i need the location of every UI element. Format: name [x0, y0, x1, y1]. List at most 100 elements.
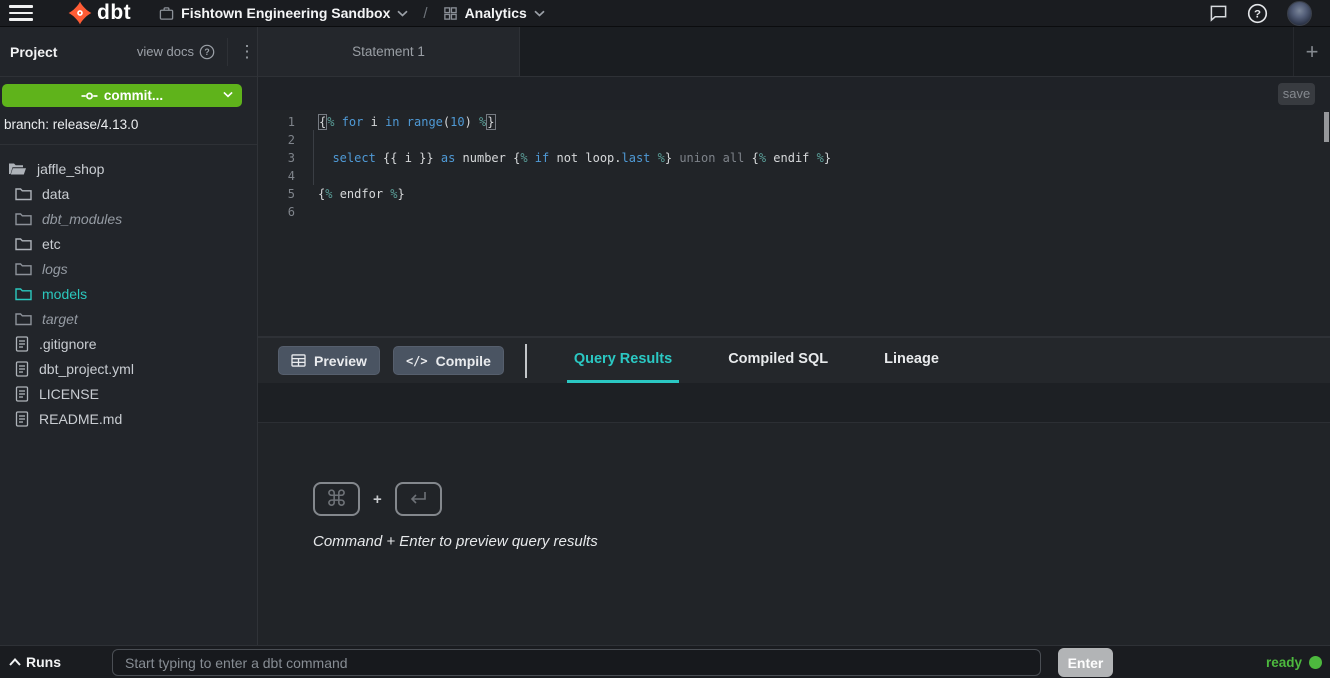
dbt-logo-text: dbt — [97, 1, 131, 25]
tree-item-data[interactable]: data — [0, 181, 257, 206]
tree-item-.gitignore[interactable]: .gitignore — [0, 331, 257, 356]
view-docs-link[interactable]: view docs ? — [137, 44, 215, 60]
line-number: 5 — [258, 185, 295, 203]
environment-chevron-down-icon[interactable] — [534, 10, 545, 17]
help-icon[interactable]: ? — [1247, 3, 1268, 24]
folder-icon — [15, 236, 32, 251]
main-area: Project view docs ? ⋮ commit... — [0, 27, 1330, 645]
tree-item-label: jaffle_shop — [37, 161, 104, 177]
compile-label: Compile — [436, 353, 491, 369]
tree-item-label: data — [42, 186, 69, 202]
line-number: 4 — [258, 167, 295, 185]
commit-button[interactable]: commit... — [2, 84, 242, 107]
status-label: ready — [1266, 655, 1302, 670]
tree-item-README.md[interactable]: README.md — [0, 406, 257, 431]
compile-button[interactable]: </> Compile — [393, 346, 504, 375]
preview-button[interactable]: Preview — [278, 346, 380, 375]
chat-icon[interactable] — [1209, 4, 1228, 22]
tree-item-jaffle_shop[interactable]: jaffle_shop — [0, 156, 257, 181]
toolbar-divider — [525, 344, 527, 378]
save-button[interactable]: save — [1278, 83, 1315, 105]
code-text: select {{ i }} as number {% if not loop.… — [318, 149, 831, 167]
plus-icon: + — [1306, 39, 1319, 65]
tree-item-logs[interactable]: logs — [0, 256, 257, 281]
editor-scrollbar[interactable] — [1324, 112, 1329, 142]
tree-item-etc[interactable]: etc — [0, 231, 257, 256]
results-tab-lineage[interactable]: Lineage — [877, 338, 946, 383]
results-content: ⌘ + Command + Enter to preview query res… — [258, 423, 1330, 645]
shortcut-hint-text: Command + Enter to preview query results — [313, 533, 1330, 550]
dbt-logo-icon — [67, 0, 93, 26]
runs-label: Runs — [26, 654, 61, 670]
code-line-4: 4 — [258, 167, 1330, 185]
folder-open-icon — [8, 161, 27, 176]
svg-text:?: ? — [204, 47, 209, 57]
tree-item-label: models — [42, 286, 87, 302]
enter-button[interactable]: Enter — [1058, 648, 1113, 677]
hamburger-menu-icon[interactable] — [9, 1, 33, 25]
bottom-bar: Runs Enter ready — [0, 645, 1330, 678]
results-toolbar: Preview </> Compile Query Results Compile… — [258, 338, 1330, 383]
top-bar: dbt Fishtown Engineering Sandbox / Analy… — [0, 0, 1330, 27]
commit-icon — [81, 91, 98, 101]
editor-tab-bar: Statement 1 + — [258, 27, 1330, 77]
tab-label: Statement 1 — [352, 44, 425, 59]
command-key-icon: ⌘ — [313, 482, 360, 516]
hint-plus: + — [373, 491, 382, 508]
tree-item-label: README.md — [39, 411, 122, 427]
folder-icon — [15, 286, 32, 301]
environment-name[interactable]: Analytics — [465, 5, 527, 21]
file-icon — [15, 386, 29, 402]
dbt-command-input[interactable] — [112, 649, 1041, 676]
sidebar-kebab-menu-icon[interactable]: ⋮ — [237, 43, 257, 60]
folder-icon — [15, 186, 32, 201]
chevron-up-icon — [9, 658, 21, 666]
breadcrumb-separator: / — [423, 5, 427, 22]
tree-item-models[interactable]: models — [0, 281, 257, 306]
new-tab-button[interactable]: + — [1293, 27, 1330, 76]
account-switcher: Fishtown Engineering Sandbox / Analytics — [159, 5, 545, 22]
results-subheader — [258, 383, 1330, 423]
code-text: {% endfor %} — [318, 185, 405, 203]
tab-statement-1[interactable]: Statement 1 — [258, 27, 520, 76]
sidebar-title: Project — [10, 44, 57, 60]
branch-row: branch: release/4.13.0 — [0, 112, 257, 145]
project-name[interactable]: Fishtown Engineering Sandbox — [181, 5, 390, 21]
tree-item-label: .gitignore — [39, 336, 97, 352]
line-number: 6 — [258, 203, 295, 221]
view-docs-label: view docs — [137, 44, 194, 59]
results-tab-query-results[interactable]: Query Results — [567, 338, 679, 383]
code-line-5: 5 {% endfor %} — [258, 185, 1330, 203]
tree-item-LICENSE[interactable]: LICENSE — [0, 381, 257, 406]
project-chevron-down-icon[interactable] — [397, 10, 408, 17]
enter-key-icon — [395, 482, 442, 516]
code-line-6: 6 — [258, 203, 1330, 221]
svg-text:?: ? — [1254, 8, 1261, 20]
tree-item-label: dbt_project.yml — [39, 361, 134, 377]
line-number: 3 — [258, 149, 295, 167]
sidebar-header-divider — [227, 38, 228, 66]
runs-toggle[interactable]: Runs — [9, 646, 61, 678]
tree-item-target[interactable]: target — [0, 306, 257, 331]
file-icon — [15, 411, 29, 427]
tree-item-dbt_project.yml[interactable]: dbt_project.yml — [0, 356, 257, 381]
dbt-logo[interactable]: dbt — [67, 0, 131, 26]
commit-label: commit... — [104, 88, 163, 103]
sidebar-header: Project view docs ? ⋮ — [0, 27, 257, 77]
user-avatar[interactable] — [1287, 1, 1312, 26]
code-lines: 1{% for i in range(10) %}23 select {{ i … — [258, 113, 1330, 221]
line-number: 2 — [258, 131, 295, 149]
grid-icon — [443, 6, 458, 21]
preview-label: Preview — [314, 353, 367, 369]
tree-item-dbt_modules[interactable]: dbt_modules — [0, 206, 257, 231]
code-line-2: 2 — [258, 131, 1330, 149]
code-line-3: 3 select {{ i }} as number {% if not loo… — [258, 149, 1330, 167]
status-indicator: ready — [1266, 646, 1322, 678]
compile-code-icon: </> — [406, 354, 428, 368]
results-tab-compiled-sql[interactable]: Compiled SQL — [721, 338, 835, 383]
results-tabs: Query Results Compiled SQL Lineage — [567, 338, 946, 383]
top-bar-right: ? — [1209, 1, 1330, 26]
commit-chevron-down-icon[interactable] — [223, 91, 233, 98]
code-editor[interactable]: 1{% for i in range(10) %}23 select {{ i … — [258, 110, 1330, 338]
tree-item-label: etc — [42, 236, 61, 252]
